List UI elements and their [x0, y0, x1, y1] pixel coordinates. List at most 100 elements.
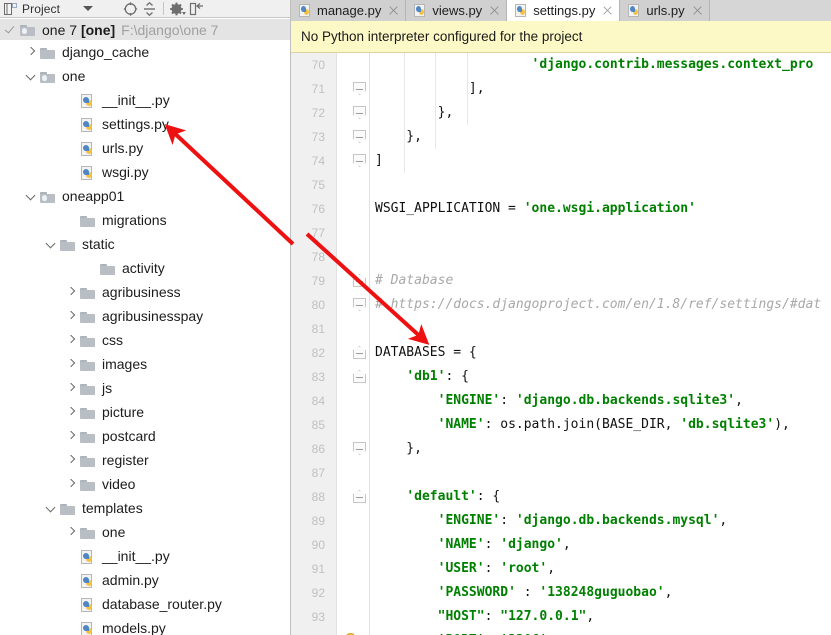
tree-row[interactable]: static: [0, 232, 290, 256]
code-line[interactable]: 90 'NAME': 'django',: [291, 533, 831, 557]
tree-row[interactable]: picture: [0, 400, 290, 424]
tree-row[interactable]: __init__.py: [0, 88, 290, 112]
tree-row[interactable]: oneapp01: [0, 184, 290, 208]
code-line[interactable]: 75: [291, 173, 831, 197]
tree-row[interactable]: one: [0, 64, 290, 88]
chevron-right-icon[interactable]: [24, 40, 40, 64]
tree-row[interactable]: register: [0, 448, 290, 472]
check-icon[interactable]: [4, 19, 20, 42]
tree-row[interactable]: activity: [0, 256, 290, 280]
close-icon[interactable]: [388, 5, 399, 16]
tree-row[interactable]: models.py: [0, 616, 290, 635]
chevron-right-icon[interactable]: [64, 304, 80, 328]
indent-guide: [435, 53, 436, 77]
chevron-right-icon[interactable]: [64, 472, 80, 496]
code-line[interactable]: 81: [291, 317, 831, 341]
code-line[interactable]: 73 },: [291, 125, 831, 149]
code-line[interactable]: 88 'default': {: [291, 485, 831, 509]
tree-row[interactable]: migrations: [0, 208, 290, 232]
editor-tab[interactable]: settings.py: [507, 0, 621, 21]
chevron-down-icon[interactable]: [83, 6, 94, 11]
code-line[interactable]: 83 'db1': {: [291, 365, 831, 389]
tree-row[interactable]: database_router.py: [0, 592, 290, 616]
settings-gear-icon[interactable]: [169, 1, 187, 17]
hide-panel-icon[interactable]: [188, 1, 205, 17]
close-icon[interactable]: [692, 5, 703, 16]
tree-row[interactable]: js: [0, 376, 290, 400]
tree-row[interactable]: templates: [0, 496, 290, 520]
code-fold-marker[interactable]: [353, 130, 366, 144]
project-root-row[interactable]: one 7 [one] F:\django\one 7: [0, 19, 290, 40]
editor-tab[interactable]: urls.py: [620, 0, 710, 21]
chevron-right-icon[interactable]: [64, 400, 80, 424]
tree-row[interactable]: urls.py: [0, 136, 290, 160]
indent-guide: [467, 101, 468, 125]
locate-icon[interactable]: [122, 1, 139, 17]
chevron-down-icon[interactable]: [44, 232, 60, 256]
code-text: },: [375, 129, 422, 144]
editor-tab-bar[interactable]: manage.py views.py settings.py urls.py: [291, 0, 831, 21]
tree-row[interactable]: agribusiness: [0, 280, 290, 304]
code-editor[interactable]: 70 'django.contrib.messages.context_pro 7…: [291, 53, 831, 635]
code-line[interactable]: 84 'ENGINE': 'django.db.backends.sqlite3…: [291, 389, 831, 413]
close-icon[interactable]: [489, 5, 500, 16]
code-line[interactable]: 71 ],: [291, 77, 831, 101]
code-line[interactable]: 82 DATABASES = {: [291, 341, 831, 365]
code-fold-marker[interactable]: [353, 298, 366, 312]
tree-row[interactable]: admin.py: [0, 568, 290, 592]
code-fold-marker[interactable]: [353, 442, 366, 456]
chevron-down-icon[interactable]: [44, 496, 60, 520]
code-line[interactable]: 80 # https://docs.djangoproject.com/en/1.…: [291, 293, 831, 317]
editor-tab[interactable]: manage.py: [291, 0, 407, 21]
tree-row[interactable]: video: [0, 472, 290, 496]
code-line[interactable]: 74]: [291, 149, 831, 173]
code-line[interactable]: 85 'NAME': os.path.join(BASE_DIR, 'db.sq…: [291, 413, 831, 437]
chevron-right-icon[interactable]: [64, 424, 80, 448]
chevron-right-icon[interactable]: [64, 448, 80, 472]
tree-row[interactable]: settings.py: [0, 112, 290, 136]
code-line[interactable]: 91 'USER': 'root',: [291, 557, 831, 581]
close-icon[interactable]: [602, 5, 613, 16]
chevron-down-icon[interactable]: [24, 184, 40, 208]
project-tree[interactable]: one 7 [one] F:\django\one 7 django_cache on…: [0, 19, 290, 635]
chevron-right-icon[interactable]: [64, 376, 80, 400]
code-line[interactable]: 93 "HOST": "127.0.0.1",: [291, 605, 831, 629]
code-line[interactable]: 89 'ENGINE': 'django.db.backends.mysql',: [291, 509, 831, 533]
tree-row[interactable]: wsgi.py: [0, 160, 290, 184]
code-fold-marker[interactable]: [353, 346, 366, 360]
editor-tab[interactable]: views.py: [406, 0, 508, 21]
tree-row[interactable]: one: [0, 520, 290, 544]
code-line[interactable]: 86 },: [291, 437, 831, 461]
code-line[interactable]: 77: [291, 221, 831, 245]
tree-row[interactable]: __init__.py: [0, 544, 290, 568]
collapse-all-icon[interactable]: [141, 1, 158, 17]
code-line[interactable]: 94 'PORT' :'3306',: [291, 629, 831, 635]
code-fold-marker[interactable]: [353, 274, 366, 288]
code-fold-marker[interactable]: [353, 154, 366, 168]
code-line[interactable]: 72 },: [291, 101, 831, 125]
code-line[interactable]: 92 'PASSWORD' : '138248guguobao',: [291, 581, 831, 605]
chevron-right-icon[interactable]: [64, 328, 80, 352]
tree-row[interactable]: django_cache: [0, 40, 290, 64]
code-fold-marker[interactable]: [353, 490, 366, 504]
chevron-right-icon[interactable]: [64, 520, 80, 544]
code-line[interactable]: 76 WSGI_APPLICATION = 'one.wsgi.applicati…: [291, 197, 831, 221]
code-fold-marker[interactable]: [353, 82, 366, 96]
code-fold-marker[interactable]: [353, 370, 366, 384]
code-line[interactable]: 79 # Database: [291, 269, 831, 293]
project-panel-icon: [4, 3, 17, 15]
chevron-right-icon[interactable]: [64, 352, 80, 376]
tree-row[interactable]: images: [0, 352, 290, 376]
chevron-down-icon[interactable]: [24, 64, 40, 88]
code-line[interactable]: 70 'django.contrib.messages.context_pro: [291, 53, 831, 77]
code-line[interactable]: 87: [291, 461, 831, 485]
tree-row[interactable]: postcard: [0, 424, 290, 448]
chevron-right-icon[interactable]: [64, 280, 80, 304]
tree-row[interactable]: agribusinesspay: [0, 304, 290, 328]
tab-label: settings.py: [533, 3, 596, 18]
code-fold-marker[interactable]: [353, 106, 366, 120]
code-line[interactable]: 78: [291, 245, 831, 269]
tab-label: urls.py: [646, 3, 685, 18]
tree-row[interactable]: css: [0, 328, 290, 352]
